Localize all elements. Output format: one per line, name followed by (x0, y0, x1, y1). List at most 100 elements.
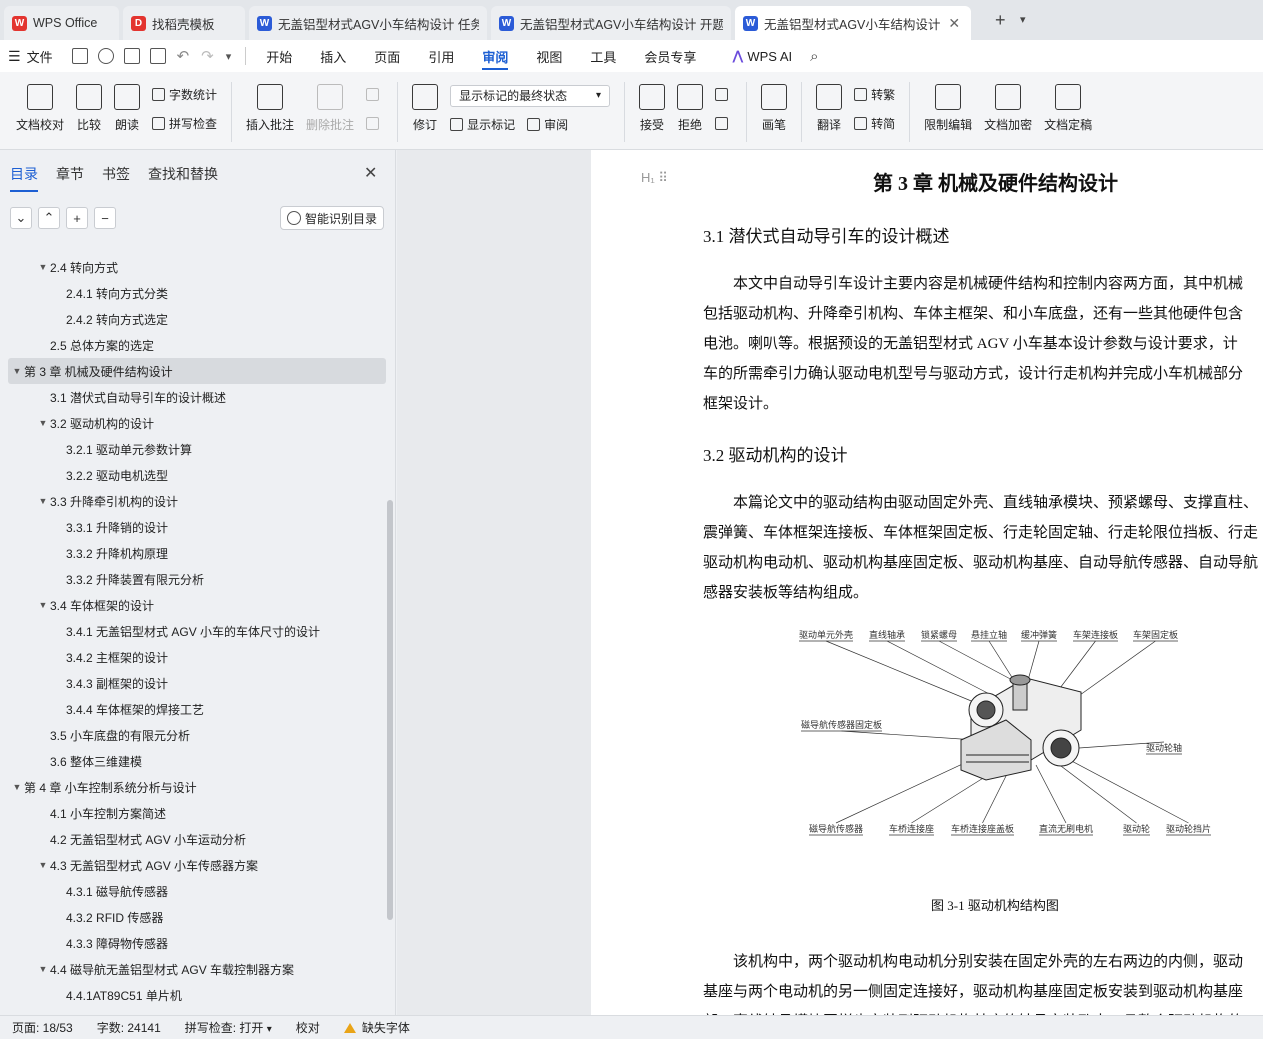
toc-item[interactable]: ▼ 第 3 章 机械及硬件结构设计 (8, 358, 386, 384)
proofread-button[interactable]: 校对 (284, 1019, 332, 1036)
tab-4[interactable]: W 无盖铝型材式AGV小车结构设计 ✕ (735, 6, 971, 40)
show-markup-button[interactable]: 显示标记 (450, 116, 515, 133)
missing-font-button[interactable]: 缺失字体 (332, 1019, 422, 1036)
toc-item[interactable]: ▼ 3.2 驱动机构的设计 (8, 410, 386, 436)
menu-tab-2[interactable]: 页面 (360, 40, 414, 72)
toc-item[interactable]: 4.3.3 障碍物传感器 (8, 930, 386, 956)
to-traditional-button[interactable]: 转繁 (854, 86, 895, 103)
accept-button[interactable]: 接受 (633, 78, 671, 133)
review-pane-button[interactable]: 审阅 (527, 116, 568, 133)
translate-button[interactable]: 翻译 (810, 78, 848, 133)
menu-tab-5[interactable]: 视图 (522, 40, 576, 72)
expand-caret-icon[interactable]: ▼ (36, 496, 50, 506)
save-icon[interactable] (71, 48, 88, 64)
toc-item[interactable]: 3.1 潜伏式自动导引车的设计概述 (8, 384, 386, 410)
toc-item[interactable]: 3.5 小车底盘的有限元分析 (8, 722, 386, 748)
toc-item[interactable]: 3.4.4 车体框架的焊接工艺 (8, 696, 386, 722)
previous-comment-button[interactable] (366, 88, 383, 101)
toc-item[interactable]: 2.4.2 转向方式选定 (8, 306, 386, 332)
nav-tab-2[interactable]: 书签 (102, 164, 130, 188)
expand-caret-icon[interactable]: ▼ (10, 366, 24, 376)
search-icon[interactable]: ⌕ (810, 48, 818, 65)
collapse-all-button[interactable]: ⌄ (10, 207, 32, 229)
spell-check-button[interactable]: 拼写检查 (152, 115, 217, 132)
expand-caret-icon[interactable]: ▼ (36, 964, 50, 974)
document-page[interactable]: H₁ ⠿ 第 3 章 机械及硬件结构设计 3.1 潜伏式自动导引车的设计概述 本… (591, 150, 1263, 1015)
encrypt-button[interactable]: 文档加密 (978, 78, 1038, 133)
wps-ai-button[interactable]: ⋀ WPS AI (710, 40, 806, 72)
track-changes-button[interactable]: 修订 (406, 78, 444, 133)
to-simplified-button[interactable]: 转简 (854, 115, 895, 132)
toc-item[interactable]: 2.5 总体方案的选定 (8, 332, 386, 358)
tab-1[interactable]: D 找稻壳模板 (123, 6, 245, 40)
tab-0[interactable]: W WPS Office (4, 6, 119, 40)
menu-tab-6[interactable]: 工具 (576, 40, 630, 72)
insert-comment-button[interactable]: 插入批注 (240, 78, 300, 133)
compare-button[interactable]: 比较 (70, 78, 108, 133)
close-icon[interactable]: ✕ (364, 163, 377, 183)
expand-caret-icon[interactable]: ▼ (36, 600, 50, 610)
quick-access-more-icon[interactable]: ▾ (226, 50, 232, 63)
menu-tab-3[interactable]: 引用 (414, 40, 468, 72)
reject-button[interactable]: 拒绝 (671, 78, 709, 133)
heading-handle-icon[interactable]: H₁ ⠿ (641, 170, 668, 186)
toc-item[interactable]: ▼ 第 4 章 小车控制系统分析与设计 (8, 774, 386, 800)
ink-button[interactable]: 画笔 (755, 78, 793, 133)
menu-tab-4[interactable]: 审阅 (468, 40, 522, 72)
toc-item[interactable]: 3.4.3 副框架的设计 (8, 670, 386, 696)
nav-tab-0[interactable]: 目录 (10, 164, 38, 192)
add-heading-button[interactable]: + (66, 207, 88, 229)
doc-check-button[interactable]: 文档校对 (10, 78, 70, 133)
redo-icon[interactable]: ↷ (201, 47, 214, 65)
expand-caret-icon[interactable]: ▼ (36, 860, 50, 870)
restrict-edit-button[interactable]: 限制编辑 (918, 78, 978, 133)
finalize-button[interactable]: 文档定稿 (1038, 78, 1098, 133)
expand-caret-icon[interactable]: ▼ (10, 782, 24, 792)
next-change-button[interactable] (715, 117, 732, 130)
smart-toc-button[interactable]: 智能识别目录 (280, 206, 385, 230)
spell-check-toggle[interactable]: 拼写检查: 打开 ▾ (173, 1019, 284, 1036)
expand-up-button[interactable]: ⌃ (38, 207, 60, 229)
new-tab-plus-icon[interactable]: + (995, 10, 1006, 31)
toc-item[interactable]: 4.3.2 RFID 传感器 (8, 904, 386, 930)
toc-item[interactable]: 3.3.2 升降装置有限元分析 (8, 566, 386, 592)
nav-tab-1[interactable]: 章节 (56, 164, 84, 188)
toc-item[interactable]: ▼ 2.4 转向方式 (8, 254, 386, 280)
previous-change-button[interactable] (715, 88, 732, 101)
print-icon[interactable] (123, 48, 140, 64)
tab-list-chevron-icon[interactable]: ▾ (1020, 13, 1026, 26)
undo-icon[interactable]: ↶ (177, 47, 190, 65)
toc-item[interactable]: 3.2.2 驱动电机选型 (8, 462, 386, 488)
toc-item[interactable]: 3.2.1 驱动单元参数计算 (8, 436, 386, 462)
export-pdf-icon[interactable] (97, 48, 114, 64)
toc-item[interactable]: ▼ 3.3 升降牵引机构的设计 (8, 488, 386, 514)
toc-item[interactable]: ▼ 4.4 磁导航无盖铝型材式 AGV 车载控制器方案 (8, 956, 386, 982)
toc-item[interactable]: 4.4.1AT89C51 单片机 (8, 982, 386, 1008)
menu-tab-1[interactable]: 插入 (306, 40, 360, 72)
menu-tab-7[interactable]: 会员专享 (630, 40, 710, 72)
toc-item[interactable]: 3.4.2 主框架的设计 (8, 644, 386, 670)
nav-scrollbar[interactable] (387, 500, 393, 920)
print-preview-icon[interactable] (149, 48, 166, 64)
delete-comment-button[interactable]: 删除批注 (300, 78, 360, 133)
page-indicator[interactable]: 页面: 18/53 (0, 1019, 85, 1036)
toc-item[interactable]: 4.3.1 磁导航传感器 (8, 878, 386, 904)
toc-item[interactable]: 3.3.1 升降销的设计 (8, 514, 386, 540)
toc-item[interactable]: 4.2 无盖铝型材式 AGV 小车运动分析 (8, 826, 386, 852)
toc-item[interactable]: 4.1 小车控制方案简述 (8, 800, 386, 826)
read-aloud-button[interactable]: 朗读 (108, 78, 146, 133)
toc-item[interactable]: 3.3.2 升降机构原理 (8, 540, 386, 566)
tab-2[interactable]: W 无盖铝型材式AGV小车结构设计 任务 (249, 6, 487, 40)
word-count-indicator[interactable]: 字数: 24141 (85, 1019, 173, 1036)
toc-item[interactable]: ▼ 3.4 车体框架的设计 (8, 592, 386, 618)
toc-item[interactable]: ▼ 4.3 无盖铝型材式 AGV 小车传感器方案 (8, 852, 386, 878)
nav-tab-3[interactable]: 查找和替换 (148, 164, 218, 188)
tab-3[interactable]: W 无盖铝型材式AGV小车结构设计 开题 (491, 6, 731, 40)
file-menu[interactable]: ☰ 文件 (0, 40, 67, 72)
expand-caret-icon[interactable]: ▼ (36, 262, 50, 272)
menu-tab-0[interactable]: 开始 (252, 40, 306, 72)
toc-item[interactable]: 3.6 整体三维建模 (8, 748, 386, 774)
close-tab-icon[interactable]: ✕ (948, 15, 960, 32)
remove-heading-button[interactable]: − (94, 207, 116, 229)
next-comment-button[interactable] (366, 117, 383, 130)
